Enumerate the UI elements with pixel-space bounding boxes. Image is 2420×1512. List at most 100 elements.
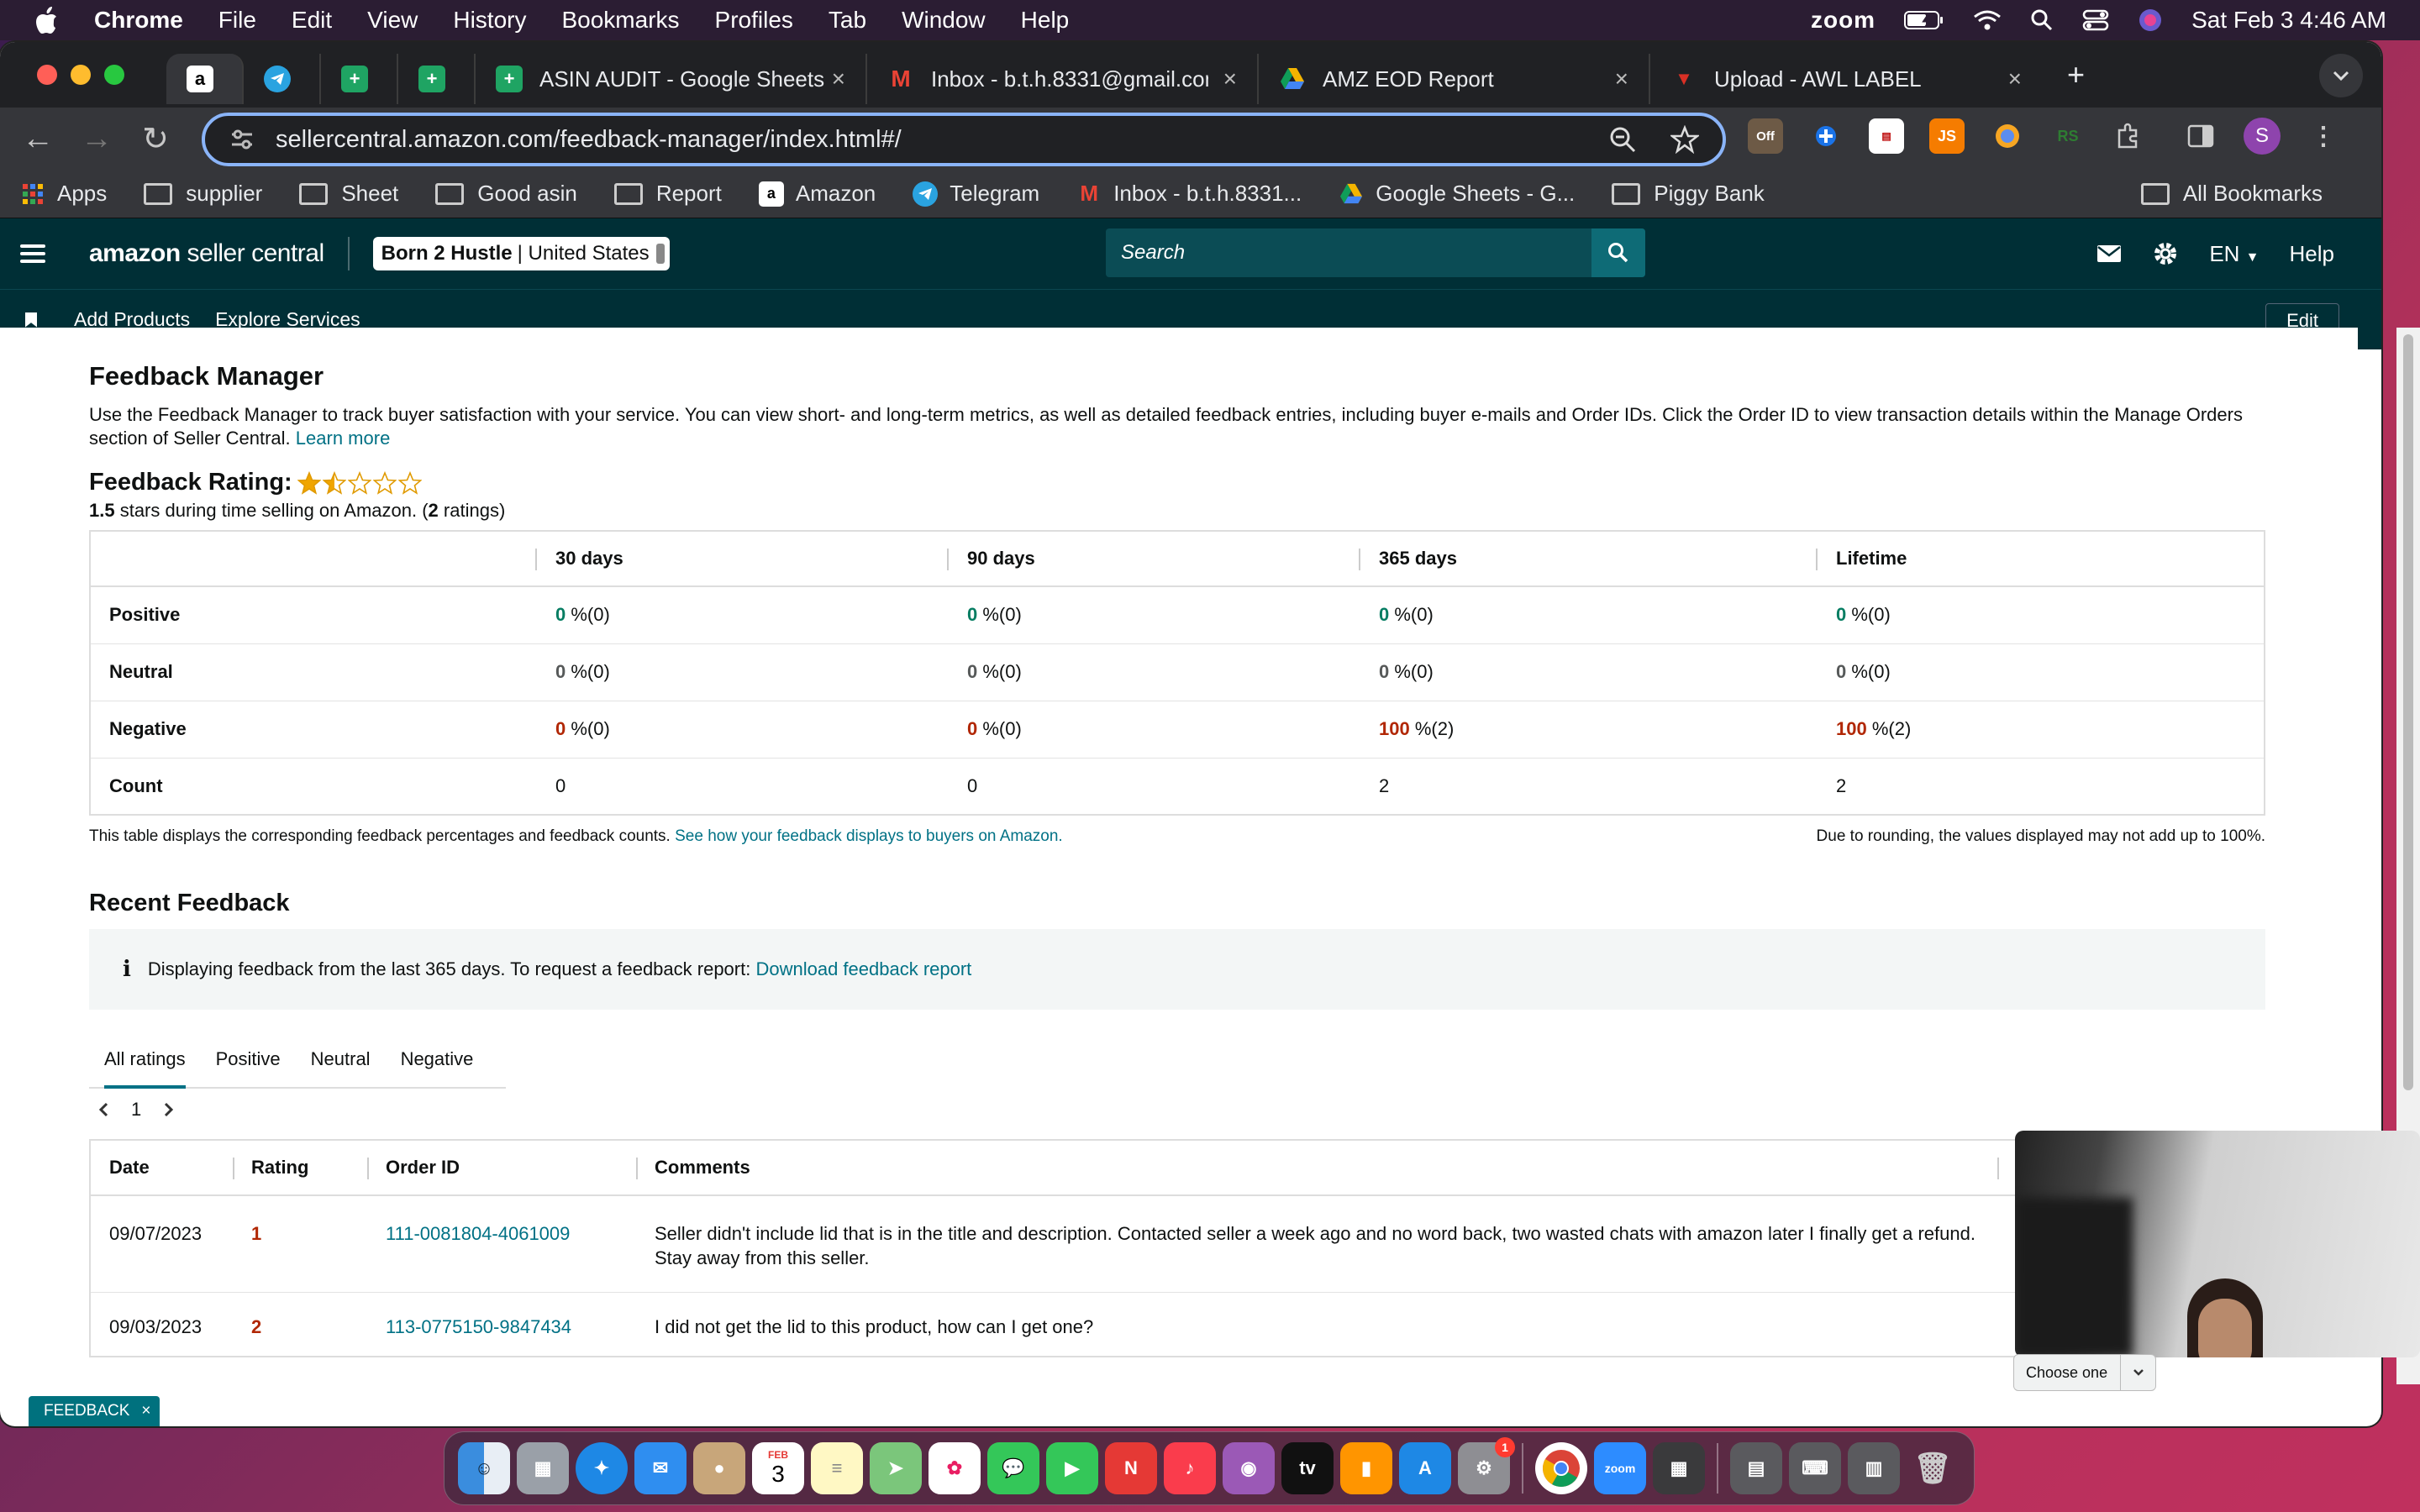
zoom-magnifier-icon[interactable] (1608, 125, 1637, 154)
seller-search-input[interactable]: Search (1106, 228, 1645, 277)
keyboard-viewer-icon[interactable]: ⌨ (1789, 1442, 1841, 1494)
tab-amazon[interactable]: a (166, 54, 244, 104)
zoom-video-preview[interactable] (2015, 1131, 2420, 1357)
close-icon[interactable]: × (141, 1402, 150, 1420)
bookmark-report[interactable]: Report (613, 181, 722, 207)
launchpad-icon[interactable]: ▦ (517, 1442, 569, 1494)
account-switcher[interactable]: Born 2 Hustle | United States (372, 237, 670, 270)
apple-tv-icon[interactable]: tv (1281, 1442, 1334, 1494)
tab-amz-eod-report[interactable]: AMZ EOD Report × (1259, 54, 1650, 104)
app-store-icon[interactable]: A (1399, 1442, 1451, 1494)
bookmark-google-sheets[interactable]: Google Sheets - G... (1339, 181, 1575, 207)
menu-tab[interactable]: Tab (829, 7, 866, 34)
reload-button[interactable]: ↻ (126, 120, 185, 158)
close-tab-icon[interactable]: × (1223, 66, 1237, 92)
help-link[interactable]: Help (2290, 241, 2334, 267)
bookmark-supplier[interactable]: supplier (144, 181, 262, 207)
order-id-link[interactable]: 113-0775150-9847434 (386, 1316, 571, 1337)
tab-neutral[interactable]: Neutral (296, 1032, 386, 1087)
wifi-icon[interactable] (1973, 9, 2002, 31)
close-tab-icon[interactable]: × (2008, 66, 2022, 92)
forward-button[interactable]: → (67, 121, 126, 157)
siri-icon[interactable] (2138, 8, 2163, 33)
menu-edit[interactable]: Edit (292, 7, 332, 34)
menu-app-name[interactable]: Chrome (94, 7, 183, 34)
site-settings-icon[interactable] (230, 129, 254, 150)
battery-icon[interactable] (1904, 9, 1944, 31)
back-button[interactable]: ← (8, 121, 67, 157)
extensions-puzzle-icon[interactable] (2111, 118, 2146, 154)
new-tab-button[interactable]: + (2067, 57, 2085, 92)
seller-central-logo[interactable]: amazon seller central (89, 239, 324, 268)
news-icon[interactable]: N (1105, 1442, 1157, 1494)
scrollbar-thumb[interactable] (2403, 334, 2413, 1090)
bookmark-icon[interactable] (25, 312, 37, 328)
close-tab-icon[interactable]: × (832, 66, 845, 92)
feedback-tab[interactable]: FEEDBACK × (29, 1396, 160, 1426)
bookmark-all-bookmarks[interactable]: All Bookmarks (2140, 181, 2323, 207)
bookmark-gmail[interactable]: M Inbox - b.t.h.8331... (1076, 181, 1302, 207)
clock[interactable]: Sat Feb 3 4:46 AM (2191, 7, 2386, 34)
zoom-window-button[interactable] (104, 65, 124, 85)
calendar-icon[interactable]: FEB 3 (752, 1442, 804, 1494)
contacts-icon[interactable]: ● (693, 1442, 745, 1494)
bookmark-star-icon[interactable] (1670, 125, 1699, 154)
music-icon[interactable]: ♪ (1164, 1442, 1216, 1494)
tab-asin-audit[interactable]: + ASIN AUDIT - Google Sheets × (476, 54, 867, 104)
photos-icon[interactable]: ✿ (929, 1442, 981, 1494)
more-menu-icon[interactable]: ⋮ (2306, 118, 2341, 154)
extension-puzzle-blue-icon[interactable] (1808, 118, 1844, 154)
calculator-icon[interactable]: ▦ (1653, 1442, 1705, 1494)
tab-search-button[interactable] (2319, 54, 2363, 97)
page-number[interactable]: 1 (131, 1099, 141, 1121)
chevron-left-icon[interactable] (97, 1101, 109, 1118)
extension-rs-icon[interactable]: RS (2050, 118, 2086, 154)
minimize-window-button[interactable] (71, 65, 91, 85)
address-bar[interactable]: sellercentral.amazon.com/feedback-manage… (202, 113, 1726, 166)
chrome-icon[interactable] (1535, 1442, 1587, 1494)
see-feedback-display-link[interactable]: See how your feedback displays to buyers… (675, 827, 1063, 845)
trash-icon[interactable]: 🗑 (1907, 1442, 1959, 1494)
zoom-status-icon[interactable]: zoom (1811, 7, 1876, 34)
extension-off-icon[interactable]: Off (1748, 118, 1783, 154)
stack-folder-icon[interactable]: ▤ (1730, 1442, 1782, 1494)
chevron-right-icon[interactable] (163, 1101, 175, 1118)
bookmark-piggy-bank[interactable]: Piggy Bank (1612, 181, 1765, 207)
side-panel-icon[interactable] (2183, 118, 2218, 154)
menu-view[interactable]: View (367, 7, 418, 34)
order-id-link[interactable]: 111-0081804-4061009 (386, 1223, 570, 1244)
bookmark-sheet[interactable]: Sheet (299, 181, 398, 207)
extension-js-icon[interactable]: JS (1929, 118, 1965, 154)
podcasts-icon[interactable]: ◉ (1223, 1442, 1275, 1494)
mail-icon[interactable] (2096, 244, 2122, 264)
safari-icon[interactable]: ✦ (576, 1442, 628, 1494)
menu-help[interactable]: Help (1021, 7, 1070, 34)
profile-avatar[interactable]: S (2244, 118, 2281, 155)
notes-icon[interactable]: ≡ (811, 1442, 863, 1494)
tab-upload-awl-label[interactable]: ▼ Upload - AWL LABEL × (1650, 54, 2042, 104)
facetime-icon[interactable]: ▶ (1046, 1442, 1098, 1494)
tab-positive[interactable]: Positive (201, 1032, 296, 1087)
mail-app-icon[interactable]: ✉ (634, 1442, 687, 1494)
menu-file[interactable]: File (218, 7, 256, 34)
bookmark-amazon[interactable]: a Amazon (758, 181, 876, 207)
tab-sheets-1[interactable]: + (321, 54, 398, 104)
settings-gear-icon[interactable] (2152, 240, 2179, 267)
tab-sheets-2[interactable]: + (398, 54, 476, 104)
menu-window[interactable]: Window (902, 7, 986, 34)
maps-icon[interactable]: ➤ (870, 1442, 922, 1494)
bookmark-good-asin[interactable]: Good asin (435, 181, 577, 207)
books-icon[interactable]: ▮ (1340, 1442, 1392, 1494)
bookmark-apps[interactable]: Apps (20, 181, 107, 207)
extension-circle-icon[interactable] (1990, 118, 2025, 154)
tab-negative[interactable]: Negative (386, 1032, 489, 1087)
search-button[interactable] (1591, 228, 1645, 277)
menu-history[interactable]: History (453, 7, 526, 34)
tab-telegram[interactable] (244, 54, 321, 104)
extension-logo-icon[interactable]: ▤ (1869, 118, 1904, 154)
url-text[interactable]: sellercentral.amazon.com/feedback-manage… (276, 126, 902, 154)
spotlight-search-icon[interactable] (2030, 8, 2054, 32)
downloads-stack-icon[interactable]: ▥ (1848, 1442, 1900, 1494)
system-settings-icon[interactable]: ⚙ 1 (1458, 1437, 1515, 1494)
choose-one-select[interactable]: Choose one (2013, 1354, 2156, 1391)
